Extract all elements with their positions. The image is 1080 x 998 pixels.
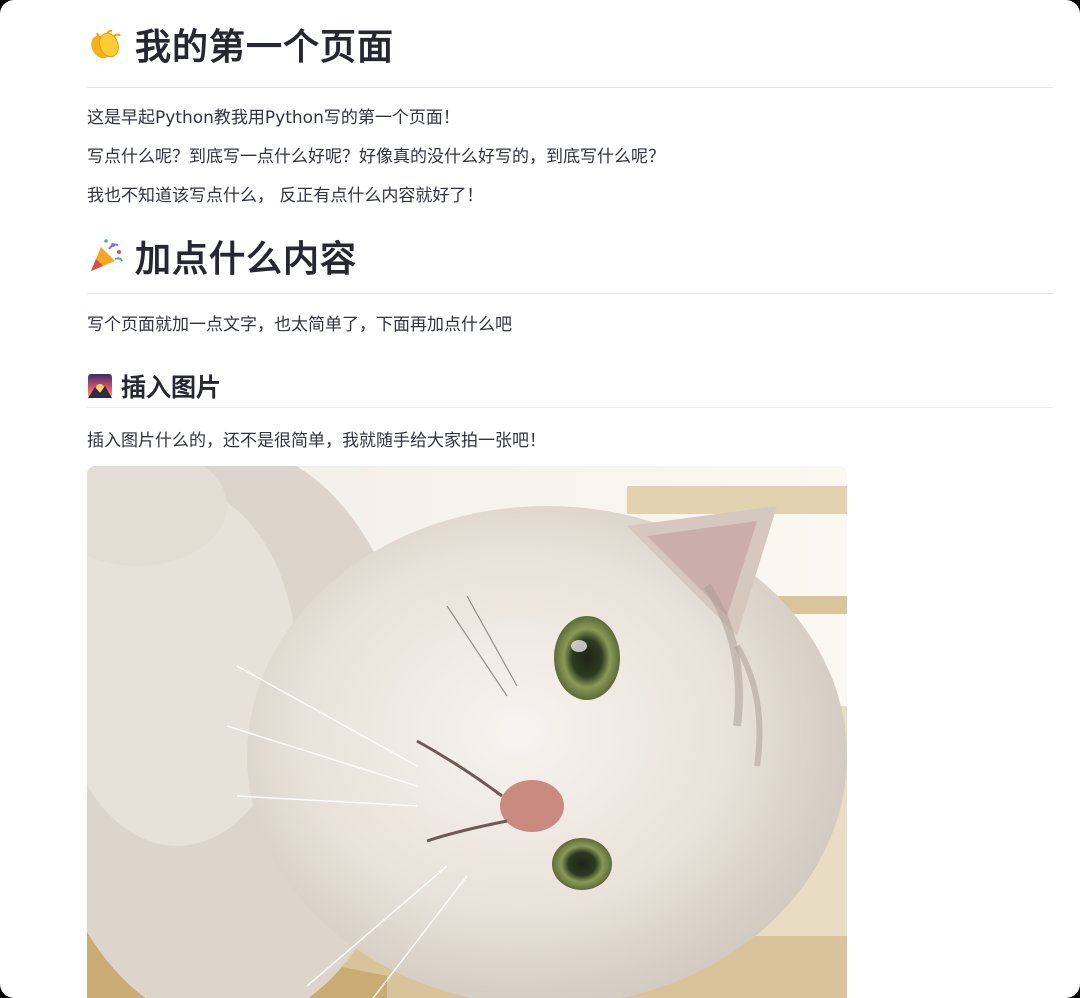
section-title-add-content: 加点什么内容 [135,238,358,280]
party-popper-icon [87,237,125,275]
heading-add-content: 加点什么内容 [87,218,1053,294]
paragraph-1: 这是早起Python教我用Python写的第一个页面！ [87,108,460,128]
page-title: 我的第一个页面 [135,26,395,68]
section-title-insert-image: 插入图片 [121,372,222,402]
paragraph-3: 我也不知道该写点什么， 反正有点什么内容就好了！ [87,186,484,206]
cat-photo [87,466,847,998]
heading-insert-image: 插入图片 [87,364,1053,408]
page: 我的第一个页面 这是早起Python教我用Python写的第一个页面！ 写点什么… [0,0,1080,998]
paragraph-2: 写点什么呢？到底写一点什么好呢？好像真的没什么好写的，到底写什么呢？ [87,147,665,167]
paragraph-4: 写个页面就加一点文字，也太简单了，下面再加点什么吧 [87,315,512,335]
paragraph-5: 插入图片什么的，还不是很简单，我就随手给大家拍一张吧！ [87,431,546,451]
heading-first-page: 我的第一个页面 [87,0,1053,88]
sunrise-over-mountains-icon [87,373,113,399]
clapping-hands-icon [87,25,125,63]
